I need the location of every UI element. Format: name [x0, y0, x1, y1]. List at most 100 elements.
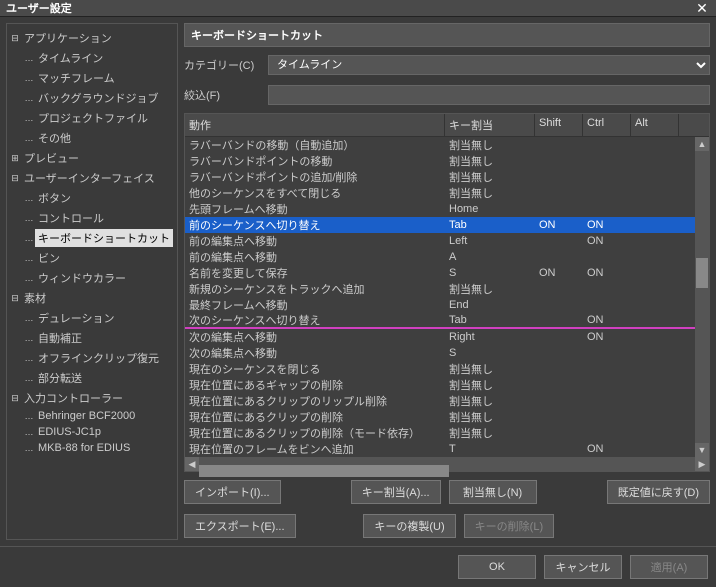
tree-item-label[interactable]: EDIUS-JC1p	[35, 425, 104, 439]
col-ctrl[interactable]: Ctrl	[583, 114, 631, 136]
collapse-icon[interactable]: ⊟	[9, 173, 21, 184]
cancel-button[interactable]: キャンセル	[544, 555, 622, 579]
tree-item-label[interactable]: ビン	[35, 249, 63, 267]
tree-item-label[interactable]: オフラインクリップ復元	[35, 349, 162, 367]
tree-item[interactable]: …コントロール	[23, 209, 175, 227]
table-row[interactable]: 新規のシーケンスをトラックへ追加割当無し	[185, 281, 709, 297]
tree-item-label[interactable]: ボタン	[35, 189, 74, 207]
table-row[interactable]: ラバーバンドポイントの追加/削除割当無し	[185, 169, 709, 185]
tree-item[interactable]: …オフラインクリップ復元	[23, 349, 175, 367]
table-row[interactable]: 現在位置にあるギャップの削除割当無し	[185, 377, 709, 393]
table-row[interactable]: 次のシーケンスへ切り替えTabON	[185, 313, 709, 329]
horizontal-scrollbar[interactable]: ◀ ▶	[185, 457, 709, 471]
table-row[interactable]: 他のシーケンスをすべて閉じる割当無し	[185, 185, 709, 201]
tree-item-label[interactable]: デュレーション	[35, 309, 118, 327]
tree-item-label[interactable]: プレビュー	[21, 149, 82, 167]
scroll-right-icon[interactable]: ▶	[695, 457, 709, 471]
tree-item-label[interactable]: コントロール	[35, 209, 107, 227]
tree-item-label[interactable]: 自動補正	[35, 329, 85, 347]
table-row[interactable]: 現在位置にあるクリップの削除（モード依存）割当無し	[185, 425, 709, 441]
tree-item-label[interactable]: プロジェクトファイル	[35, 109, 151, 127]
tree-item[interactable]: ⊟素材	[9, 289, 175, 307]
tree-item[interactable]: ⊟アプリケーション	[9, 29, 175, 47]
import-button[interactable]: インポート(I)...	[184, 480, 281, 504]
tree-item-label[interactable]: マッチフレーム	[35, 69, 118, 87]
col-shift[interactable]: Shift	[535, 114, 583, 136]
leaf-icon: …	[23, 373, 35, 383]
duplicate-button[interactable]: キーの複製(U)	[363, 514, 455, 538]
collapse-icon[interactable]: ⊟	[9, 393, 21, 404]
tree-item-label[interactable]: 素材	[21, 289, 49, 307]
table-row[interactable]: 前の編集点へ移動A	[185, 249, 709, 265]
tree-item[interactable]: …ウィンドウカラー	[23, 269, 175, 287]
unassign-button[interactable]: 割当無し(N)	[449, 480, 537, 504]
table-row[interactable]: 次の編集点へ移動S	[185, 345, 709, 361]
tree-item[interactable]: …MKB-88 for EDIUS	[23, 441, 175, 455]
table-row[interactable]: 現在位置にあるクリップの削除割当無し	[185, 409, 709, 425]
tree-item-label[interactable]: アプリケーション	[21, 29, 115, 47]
tree-item[interactable]: ⊞プレビュー	[9, 149, 175, 167]
tree-item[interactable]: …バックグラウンドジョブ	[23, 89, 175, 107]
tree-item[interactable]: …ボタン	[23, 189, 175, 207]
tree-item[interactable]: …マッチフレーム	[23, 69, 175, 87]
table-row[interactable]: 最終フレームへ移動End	[185, 297, 709, 313]
filter-input[interactable]	[268, 85, 710, 105]
collapse-icon[interactable]: ⊟	[9, 293, 21, 304]
collapse-icon[interactable]: ⊟	[9, 33, 21, 44]
tree-item-label[interactable]: 入力コントローラー	[21, 389, 126, 407]
tree-item[interactable]: …EDIUS-JC1p	[23, 425, 175, 439]
grid-body[interactable]: ラバーバンドの移動（自動追加）割当無しラバーバンドポイントの移動割当無しラバーバ…	[185, 137, 709, 457]
table-row[interactable]: 名前を変更して保存SONON	[185, 265, 709, 281]
tree-item-label[interactable]: 部分転送	[35, 369, 85, 387]
scroll-left-icon[interactable]: ◀	[185, 457, 199, 471]
tree-item[interactable]: …その他	[23, 129, 175, 147]
col-alt[interactable]: Alt	[631, 114, 679, 136]
tree-item[interactable]: …キーボードショートカット	[23, 229, 175, 247]
tree-item-label[interactable]: バックグラウンドジョブ	[35, 89, 162, 107]
table-row[interactable]: 現在位置にあるクリップのリップル削除割当無し	[185, 393, 709, 409]
table-row[interactable]: ラバーバンドの移動（自動追加）割当無し	[185, 137, 709, 153]
tree-item-label[interactable]: ウィンドウカラー	[35, 269, 129, 287]
defaults-button[interactable]: 既定値に戻す(D)	[607, 480, 710, 504]
col-key[interactable]: キー割当	[445, 114, 535, 136]
tree-item[interactable]: …デュレーション	[23, 309, 175, 327]
tree-item-label[interactable]: MKB-88 for EDIUS	[35, 441, 133, 455]
settings-tree[interactable]: ⊟アプリケーション…タイムライン…マッチフレーム…バックグラウンドジョブ…プロジ…	[6, 23, 178, 540]
col-action[interactable]: 動作	[185, 114, 445, 136]
scroll-up-icon[interactable]: ▲	[695, 137, 709, 151]
expand-icon[interactable]: ⊞	[9, 153, 21, 164]
table-row[interactable]: 先頭フレームへ移動Home	[185, 201, 709, 217]
cell-action: ラバーバンドポイントの移動	[185, 153, 445, 169]
close-icon[interactable]: ✕	[694, 0, 710, 16]
tree-item-label[interactable]: タイムライン	[35, 49, 106, 67]
scroll-thumb[interactable]	[696, 258, 708, 288]
table-row[interactable]: ラバーバンドポイントの移動割当無し	[185, 153, 709, 169]
table-row[interactable]: 前の編集点へ移動LeftON	[185, 233, 709, 249]
tree-item[interactable]: ⊟入力コントローラー	[9, 389, 175, 407]
assign-button[interactable]: キー割当(A)...	[351, 480, 441, 504]
tree-item[interactable]: …部分転送	[23, 369, 175, 387]
cell-action: 現在位置にあるクリップのリップル削除	[185, 393, 445, 409]
tree-item[interactable]: …タイムライン	[23, 49, 175, 67]
dialog-footer: OK キャンセル 適用(A)	[0, 546, 716, 587]
tree-item-label[interactable]: キーボードショートカット	[35, 229, 173, 247]
tree-item-label[interactable]: その他	[35, 129, 74, 147]
table-row[interactable]: 現在位置のフレームをビンへ追加TON	[185, 441, 709, 457]
tree-item-label[interactable]: Behringer BCF2000	[35, 409, 138, 423]
tree-item[interactable]: …プロジェクトファイル	[23, 109, 175, 127]
tree-item[interactable]: …自動補正	[23, 329, 175, 347]
table-row[interactable]: 前のシーケンスへ切り替えTabONON	[185, 217, 709, 233]
hscroll-thumb[interactable]	[199, 465, 449, 477]
ok-button[interactable]: OK	[458, 555, 536, 579]
export-button[interactable]: エクスポート(E)...	[184, 514, 296, 538]
vertical-scrollbar[interactable]: ▲ ▼	[695, 137, 709, 457]
tree-item[interactable]: …Behringer BCF2000	[23, 409, 175, 423]
table-row[interactable]: 次の編集点へ移動RightON	[185, 329, 709, 345]
tree-item-label[interactable]: ユーザーインターフェイス	[21, 169, 158, 187]
category-select[interactable]: タイムライン	[268, 55, 710, 75]
tree-item[interactable]: ⊟ユーザーインターフェイス	[9, 169, 175, 187]
leaf-icon: …	[23, 113, 35, 123]
scroll-down-icon[interactable]: ▼	[695, 443, 709, 457]
table-row[interactable]: 現在のシーケンスを閉じる割当無し	[185, 361, 709, 377]
tree-item[interactable]: …ビン	[23, 249, 175, 267]
